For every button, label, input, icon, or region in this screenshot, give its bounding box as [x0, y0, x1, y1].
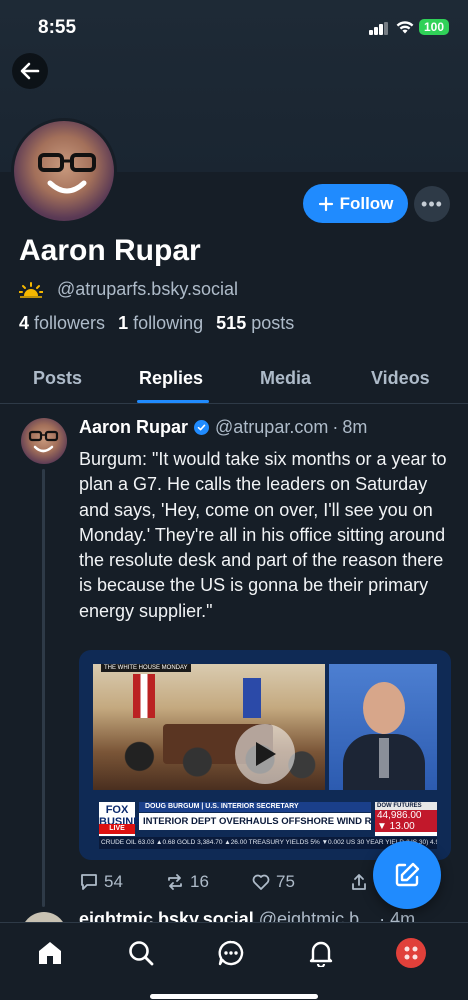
profile-display-name: Aaron Rupar — [19, 234, 201, 267]
live-badge: LIVE — [99, 824, 135, 834]
nav-notifications[interactable] — [305, 937, 337, 969]
reply-count: 54 — [104, 872, 123, 891]
repost-icon — [168, 874, 182, 890]
tab-media[interactable]: Media — [260, 368, 311, 389]
video-location-tag: THE WHITE HOUSE MONDAY — [101, 664, 191, 672]
ellipsis-icon: ••• — [421, 193, 443, 214]
back-button[interactable] — [12, 53, 48, 89]
posts-count: 515 — [216, 313, 247, 333]
status-bar: 8:55 100 — [0, 0, 468, 56]
video-headline: INTERIOR DEPT OVERHAULS OFFSHORE WIND RU… — [139, 813, 371, 830]
follow-button-label: Follow — [339, 193, 394, 213]
home-icon — [39, 942, 61, 964]
following-label: following — [133, 313, 204, 333]
post-text: Burgum: "It would take six months or a y… — [79, 449, 447, 621]
chat-bubble-icon — [81, 874, 97, 890]
home-indicator — [150, 994, 318, 999]
tab-replies[interactable]: Replies — [139, 368, 203, 389]
verified-badge-icon — [194, 420, 210, 435]
profile-avatar[interactable] — [11, 118, 117, 224]
post-time: 8m — [342, 417, 368, 437]
reply-button[interactable]: 54 — [79, 872, 123, 892]
avatar-pattern-icon — [404, 946, 418, 960]
profile-handle: @atruparfs.bsky.social — [57, 279, 239, 299]
avatar-face-illustration — [38, 153, 96, 194]
followers-count: 4 — [19, 313, 30, 333]
play-icon — [256, 742, 276, 766]
posts-label: posts — [251, 313, 295, 333]
avatar-face-illustration — [28, 430, 59, 453]
profile-tabs: Posts Replies Media Videos — [0, 356, 468, 404]
nav-home[interactable] — [34, 937, 66, 969]
dow-change: ▼ 13.00 — [375, 821, 437, 832]
tab-videos[interactable]: Videos — [371, 368, 430, 389]
post-author-name[interactable]: Aaron Rupar — [79, 417, 188, 438]
nav-search[interactable] — [125, 937, 157, 969]
repost-count: 16 — [190, 872, 209, 891]
profile-handle-row: @atruparfs.bsky.social — [19, 279, 238, 300]
profile-stats: 4 followers 1 following 515 posts — [19, 313, 294, 334]
status-time: 8:55 — [38, 17, 77, 38]
heart-icon — [252, 874, 270, 890]
arrow-left-icon — [20, 62, 40, 80]
chat-icon — [218, 940, 244, 966]
thread-connector-line — [42, 469, 45, 907]
bottom-navigation — [0, 922, 468, 1000]
sun-emoji-icon — [19, 281, 43, 298]
followers-link[interactable]: 4 followers — [19, 313, 105, 333]
posts-stat: 515 posts — [216, 313, 294, 333]
dow-futures-box: DOW FUTURES 44,986.00 ▼ 13.00 — [375, 802, 437, 836]
repost-button[interactable]: 16 — [165, 872, 209, 892]
like-button[interactable]: 75 — [251, 872, 295, 892]
tab-posts[interactable]: Posts — [33, 368, 82, 389]
my-avatar — [396, 938, 426, 968]
search-icon — [129, 941, 154, 966]
wifi-icon — [395, 19, 415, 40]
like-count: 75 — [276, 872, 295, 891]
post-video-embed[interactable]: THE WHITE HOUSE MONDAY FOX BUSINESS LIVE… — [79, 650, 451, 860]
bell-icon — [309, 941, 333, 967]
compose-icon — [395, 862, 420, 887]
following-link[interactable]: 1 following — [118, 313, 203, 333]
post-author-avatar[interactable] — [21, 418, 67, 464]
video-name-bar: DOUG BURGUM | U.S. INTERIOR SECRETARY — [139, 802, 371, 812]
plus-icon — [318, 196, 333, 211]
cellular-signal-icon — [369, 22, 389, 35]
follow-button[interactable]: Follow — [303, 184, 408, 223]
post-header: Aaron Rupar @atrupar.com · 8m — [79, 417, 367, 438]
video-frame-guest — [329, 664, 437, 790]
following-count: 1 — [118, 313, 129, 333]
play-button[interactable] — [235, 724, 295, 784]
share-icon — [352, 874, 366, 890]
more-options-button[interactable]: ••• — [414, 186, 450, 222]
dow-value: 44,986.00 — [375, 810, 437, 821]
dow-label: DOW FUTURES — [375, 802, 437, 810]
post-separator: · — [332, 417, 339, 437]
video-lower-third: FOX BUSINESS LIVE DOUG BURGUM | U.S. INT… — [93, 800, 437, 850]
post-author-handle[interactable]: @atrupar.com — [215, 417, 328, 438]
active-tab-indicator — [137, 400, 209, 403]
video-frame-oval-office — [93, 664, 325, 790]
compose-button[interactable] — [373, 841, 441, 909]
share-button[interactable] — [349, 872, 369, 892]
nav-profile[interactable] — [395, 937, 427, 969]
nav-chat[interactable] — [215, 937, 247, 969]
followers-label: followers — [34, 313, 106, 333]
battery-indicator: 100 — [419, 19, 449, 35]
